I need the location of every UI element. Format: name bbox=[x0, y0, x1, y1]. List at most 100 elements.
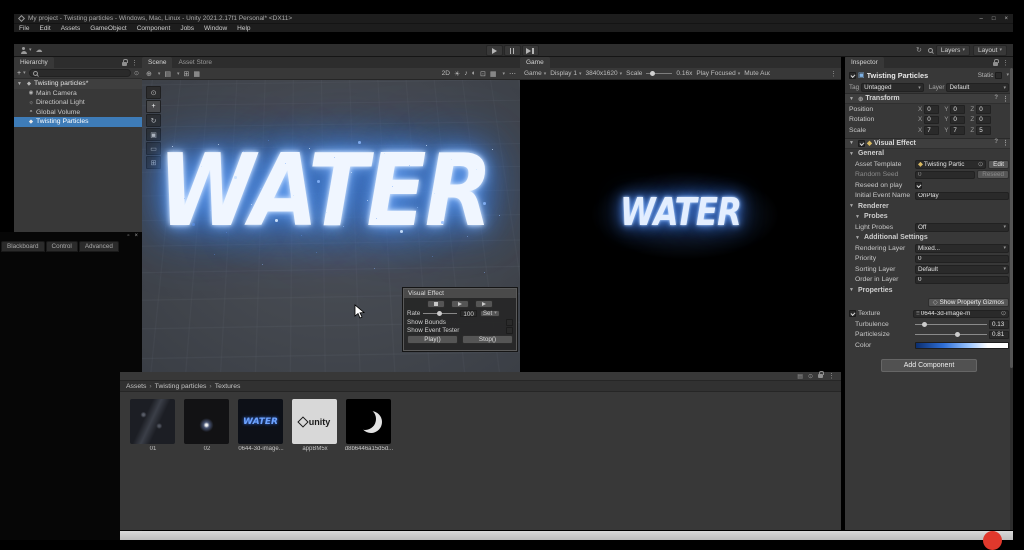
menu-gameobject[interactable]: GameObject bbox=[85, 25, 132, 32]
slider-handle[interactable] bbox=[437, 311, 442, 316]
additional-settings-foldout[interactable]: ▼ Additional Settings bbox=[845, 233, 1013, 244]
gizmos-menu-icon[interactable]: ⋯ bbox=[509, 70, 516, 78]
scene-grid-dropdown-icon[interactable]: ▦ bbox=[490, 70, 497, 78]
filter-icon[interactable]: ⊙ bbox=[134, 70, 139, 77]
scene-lighting-icon[interactable]: ☀ bbox=[454, 70, 460, 78]
initial-event-field[interactable]: OnPlay bbox=[915, 192, 1009, 201]
tab-asset-store[interactable]: Asset Store bbox=[172, 57, 218, 68]
menu-component[interactable]: Component bbox=[132, 25, 176, 32]
gameobject-name[interactable]: Twisting Particles bbox=[867, 71, 929, 80]
scene-visibility-icon[interactable]: ⊡ bbox=[480, 70, 486, 78]
menu-file[interactable]: File bbox=[14, 25, 34, 32]
turbulence-value[interactable]: 0.13 bbox=[989, 320, 1009, 329]
lock-icon[interactable] bbox=[122, 62, 127, 66]
turbulence-slider[interactable] bbox=[915, 320, 987, 328]
menu-help[interactable]: Help bbox=[232, 25, 255, 32]
position-z-field[interactable]: 0 bbox=[976, 105, 991, 114]
kebab-menu-icon[interactable]: ⋮ bbox=[131, 59, 138, 67]
close-button[interactable]: × bbox=[1004, 16, 1008, 22]
particle-size-slider[interactable] bbox=[915, 331, 987, 339]
search-icon[interactable] bbox=[928, 48, 933, 53]
edit-button[interactable]: Edit bbox=[988, 160, 1009, 169]
add-component-button[interactable]: Add Component bbox=[881, 359, 977, 372]
active-checkbox[interactable] bbox=[849, 72, 856, 79]
kebab-menu-icon[interactable]: ⋮ bbox=[1002, 95, 1009, 103]
tab-advanced[interactable]: Advanced bbox=[79, 241, 119, 252]
asset-template-field[interactable]: ◆ Twisting Partic ⊙ bbox=[915, 160, 986, 169]
order-in-layer-field[interactable]: 0 bbox=[915, 276, 1009, 285]
vfx-play-icon-button[interactable] bbox=[451, 300, 469, 308]
maximize-button[interactable]: □ bbox=[992, 16, 996, 22]
scale-slider[interactable] bbox=[646, 73, 672, 74]
local-global-toggle-icon[interactable]: ▤ bbox=[164, 70, 171, 78]
resolution-dropdown[interactable]: 3840x1620 ▾ bbox=[585, 70, 622, 77]
account-icon[interactable] bbox=[20, 47, 27, 54]
vfx-stop-icon-button[interactable] bbox=[427, 300, 445, 308]
grid-snap-icon[interactable]: ▦ bbox=[193, 70, 200, 78]
tab-game[interactable]: Game bbox=[520, 57, 550, 68]
random-seed-field[interactable]: 0 bbox=[915, 171, 975, 180]
position-x-field[interactable]: 0 bbox=[924, 105, 939, 114]
light-probes-dropdown[interactable]: Off ▾ bbox=[915, 223, 1009, 232]
visual-effect-header[interactable]: ▼ ◆ Visual Effect ? ⋮ bbox=[845, 138, 1013, 149]
step-button[interactable] bbox=[522, 45, 539, 56]
slider-handle[interactable] bbox=[922, 322, 927, 327]
reseed-button[interactable]: Reseed bbox=[977, 170, 1009, 179]
particle-size-value[interactable]: 0.81 bbox=[989, 331, 1009, 340]
lock-icon[interactable] bbox=[818, 374, 823, 378]
scene-viewport[interactable]: ⊙ + ↻ ▣ ▭ ⊞ WATER Visual Effect Rate 100 bbox=[142, 80, 520, 372]
vfx-step-icon-button[interactable] bbox=[475, 300, 493, 308]
priority-field[interactable]: 0 bbox=[915, 255, 1009, 264]
scene-audio-icon[interactable]: ♪ bbox=[464, 70, 468, 77]
breadcrumb-twisting-particles[interactable]: Twisting particles bbox=[155, 383, 207, 390]
asset-thumbnail-unity-logo[interactable]: unity bbox=[292, 399, 337, 444]
layout-dropdown[interactable]: Layout ▾ bbox=[973, 45, 1007, 56]
window-square-icon[interactable]: ▫ bbox=[127, 233, 129, 239]
vfx-set-button[interactable]: Set ▾ bbox=[480, 310, 500, 318]
kebab-menu-icon[interactable]: ⋮ bbox=[828, 372, 835, 380]
component-enabled-checkbox[interactable] bbox=[858, 140, 865, 147]
toggle-2d[interactable]: 2D bbox=[442, 70, 450, 77]
pause-button[interactable] bbox=[504, 45, 521, 56]
static-checkb[interactable] bbox=[995, 72, 1002, 79]
layers-dropdown[interactable]: Layers ▾ bbox=[936, 45, 970, 56]
transform-header[interactable]: ▼ ⊕ Transform ? ⋮ bbox=[845, 93, 1013, 104]
texture-field[interactable]: ≡ 0644-3d-image-m ⊙ bbox=[913, 310, 1009, 319]
view-tool[interactable]: ⊙ bbox=[146, 86, 161, 99]
show-property-gizmos-button[interactable]: ◇ Show Property Gizmos bbox=[928, 298, 1009, 307]
hierarchy-scene-row[interactable]: ▼ ◆ Twisting particles* bbox=[14, 79, 142, 89]
breadcrumb-textures[interactable]: Textures bbox=[215, 383, 241, 390]
vfx-show-event-tester-checkbox[interactable] bbox=[506, 327, 513, 334]
play-button[interactable] bbox=[486, 45, 503, 56]
pivot-toggle-icon[interactable]: ⊕ bbox=[146, 70, 152, 78]
texture-override-checkbox[interactable] bbox=[849, 310, 856, 317]
vfx-rate-value[interactable]: 100 bbox=[460, 310, 477, 318]
project-filter-icon[interactable]: ⊙ bbox=[808, 373, 813, 380]
hierarchy-item-global-volume[interactable]: ◓ Global Volume bbox=[14, 108, 142, 118]
menu-assets[interactable]: Assets bbox=[56, 25, 86, 32]
play-focused-dropdown[interactable]: Play Focused ▾ bbox=[696, 70, 740, 77]
rotation-y-field[interactable]: 0 bbox=[950, 116, 965, 125]
snap-toggle-icon[interactable]: ⊞ bbox=[184, 70, 190, 78]
tab-scene[interactable]: Scene bbox=[142, 57, 172, 68]
game-view-dropdown[interactable]: Game ▾ bbox=[524, 70, 546, 77]
version-control-icon[interactable]: ↻ bbox=[916, 46, 922, 54]
rotation-z-field[interactable]: 0 bbox=[976, 116, 991, 125]
add-object-button[interactable]: + ▾ bbox=[17, 70, 26, 77]
menu-edit[interactable]: Edit bbox=[34, 25, 55, 32]
vfx-stop-button[interactable]: Stop() bbox=[462, 335, 513, 344]
scrollbar-thumb[interactable] bbox=[1010, 68, 1013, 368]
kebab-menu-icon[interactable]: ⋮ bbox=[830, 70, 837, 78]
vfx-show-bounds-checkbox[interactable] bbox=[506, 319, 513, 326]
renderer-foldout[interactable]: ▼ Renderer bbox=[845, 201, 1013, 212]
asset-thumbnail-01[interactable] bbox=[130, 399, 175, 444]
hierarchy-item-twisting-particles[interactable]: ◆ Twisting Particles bbox=[14, 117, 142, 127]
inspector-scrollbar[interactable] bbox=[1010, 68, 1013, 530]
asset-thumbnail-moon[interactable] bbox=[346, 399, 391, 444]
minimize-button[interactable]: – bbox=[980, 16, 983, 22]
tab-blackboard[interactable]: Blackboard bbox=[1, 241, 45, 252]
object-picker-icon[interactable]: ⊙ bbox=[1001, 310, 1006, 317]
kebab-menu-icon[interactable]: ⋮ bbox=[1002, 139, 1009, 147]
vfx-rate-slider[interactable] bbox=[423, 310, 457, 317]
position-y-field[interactable]: 0 bbox=[950, 105, 965, 114]
